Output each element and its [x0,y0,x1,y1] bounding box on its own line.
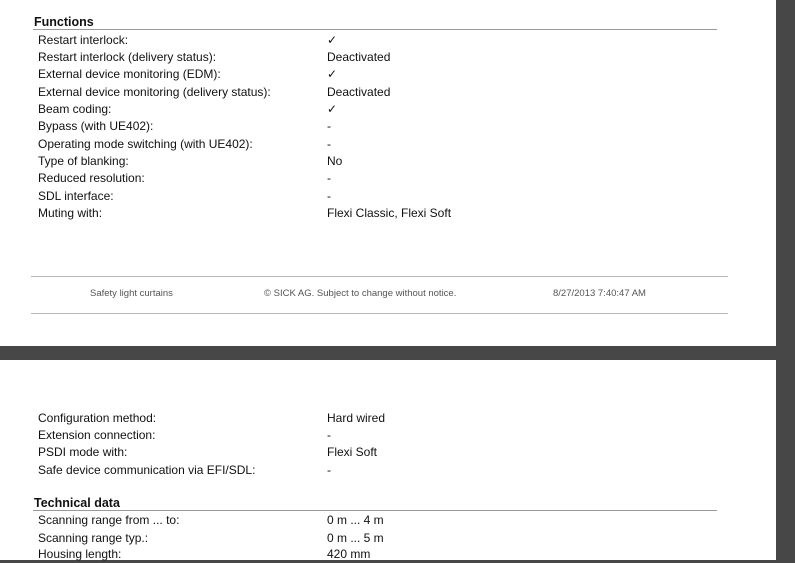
footer-top-rule [31,276,728,277]
spec-row-edm: External device monitoring (EDM): ✓ [38,66,718,83]
spec-row-beam-coding: Beam coding: ✓ [38,101,718,118]
spec-row-psdi-mode: PSDI mode with: Flexi Soft [38,444,718,461]
spec-row-blanking: Type of blanking: No [38,153,718,170]
spec-label: PSDI mode with: [38,445,128,459]
spec-row-reduced-resolution: Reduced resolution: - [38,170,718,187]
footer-bottom-rule [31,313,728,314]
spec-row-edm-delivery: External device monitoring (delivery sta… [38,84,718,101]
spec-row-safe-device-communication: Safe device communication via EFI/SDL: - [38,462,718,479]
spec-value: No [327,154,343,168]
functions-heading-rule [33,29,717,30]
spec-value: ✓ [327,67,338,81]
spec-row-mode-switching: Operating mode switching (with UE402): - [38,136,718,153]
spec-label: Safe device communication via EFI/SDL: [38,463,256,477]
spec-value: 0 m ... 4 m [327,513,384,527]
spec-label: Type of blanking: [38,154,129,168]
spec-value: Hard wired [327,411,386,425]
footer-timestamp: 8/27/2013 7:40:47 AM [553,288,646,299]
spec-label: Extension connection: [38,428,156,442]
spec-value: - [327,137,331,151]
spec-value: 0 m ... 5 m [327,531,384,545]
spec-label: Bypass (with UE402): [38,119,154,133]
functions-heading: Functions [34,15,94,29]
spec-value: ✓ [327,102,338,116]
spec-label: SDL interface: [38,189,114,203]
spec-label: Restart interlock (delivery status): [38,50,217,64]
spec-label: Scanning range from ... to: [38,513,180,527]
technical-data-heading: Technical data [34,496,120,510]
spec-label: Muting with: [38,206,103,220]
spec-row-extension-connection: Extension connection: - [38,427,718,444]
spec-row-scanning-range: Scanning range from ... to: 0 m ... 4 m [38,512,718,529]
spec-label: Restart interlock: [38,33,129,47]
spec-value: Flexi Soft [327,445,378,459]
footer-copyright: © SICK AG. Subject to change without not… [264,288,457,299]
spec-row-bypass: Bypass (with UE402): - [38,118,718,135]
footer-product-name: Safety light curtains [90,288,173,299]
spec-value: - [327,189,331,203]
spec-value: Flexi Classic, Flexi Soft [327,206,452,220]
spec-value: - [327,428,331,442]
spec-value: Deactivated [327,50,391,64]
spec-label: Reduced resolution: [38,171,145,185]
document-page-2: Configuration method: Hard wired Extensi… [0,360,776,561]
spec-label: Beam coding: [38,102,112,116]
spec-row-restart-interlock: Restart interlock: ✓ [38,32,718,49]
technical-data-heading-rule [33,510,717,511]
spec-value: - [327,171,331,185]
spec-row-restart-interlock-delivery: Restart interlock (delivery status): Dea… [38,49,718,66]
spec-value: - [327,119,331,133]
spec-value: ✓ [327,33,338,47]
spec-value: - [327,463,331,477]
spec-label: Configuration method: [38,411,157,425]
spec-row-configuration-method: Configuration method: Hard wired [38,410,718,427]
spec-row-muting: Muting with: Flexi Classic, Flexi Soft [38,205,718,222]
spec-row-sdl-interface: SDL interface: - [38,188,718,205]
page-gap [776,346,795,360]
spec-label: Scanning range typ.: [38,531,149,545]
document-page-1: Functions Restart interlock: ✓ Restart i… [0,0,776,346]
spec-value: Deactivated [327,85,391,99]
spec-label: Operating mode switching (with UE402): [38,137,253,151]
spec-label: External device monitoring (EDM): [38,67,221,81]
spec-row-scanning-range-typ: Scanning range typ.: 0 m ... 5 m [38,530,718,547]
spec-label: External device monitoring (delivery sta… [38,85,271,99]
